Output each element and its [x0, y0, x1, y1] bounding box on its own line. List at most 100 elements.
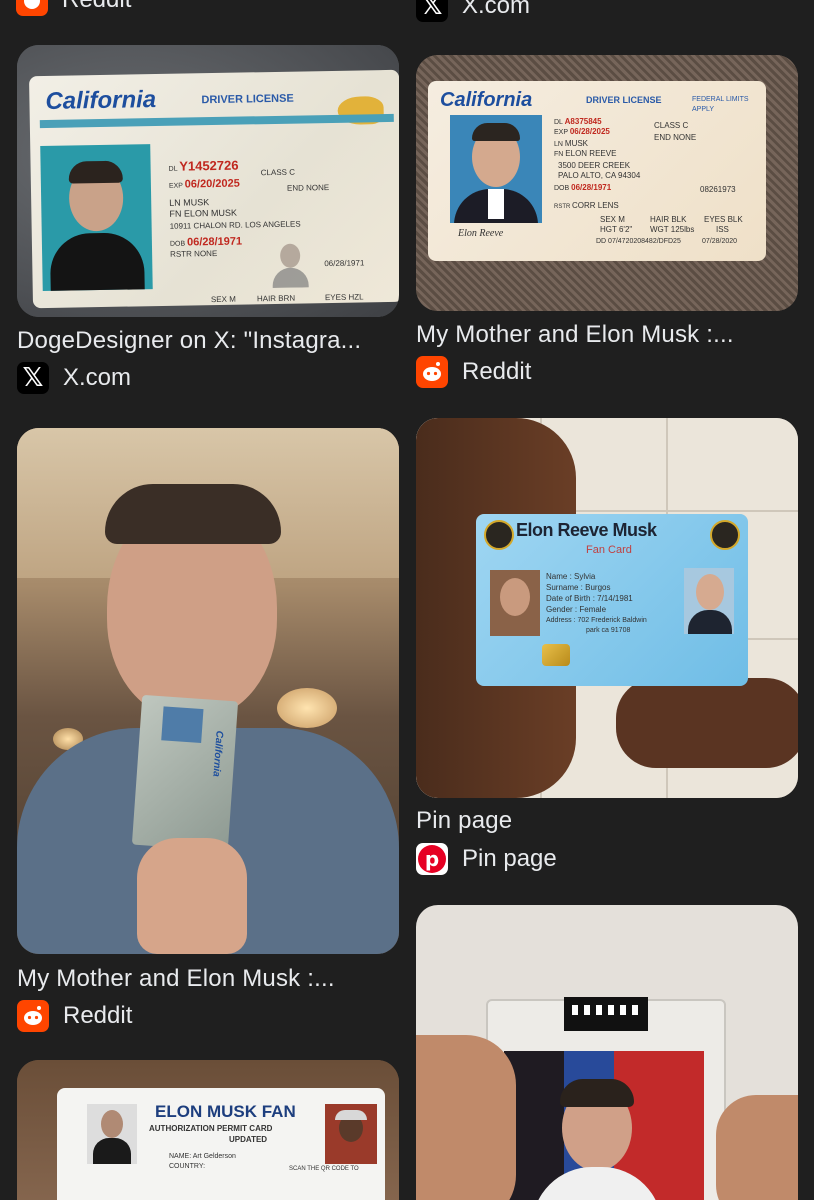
license-hair: HAIR BLK	[650, 215, 687, 224]
result-thumbnail-license-2[interactable]: California DRIVER LICENSE FEDERAL LIMITS…	[416, 55, 798, 311]
license-number: Y1452726	[179, 157, 239, 174]
result-source[interactable]: p Pin page	[416, 843, 557, 875]
permit-heading: ELON MUSK FAN	[155, 1102, 296, 1121]
license-wgt: WGT 125lbs	[650, 225, 695, 234]
result-thumbnail-fan-permit[interactable]: ELON MUSK FAN AUTHORIZATION PERMIT CARD …	[17, 1060, 399, 1200]
fan-card-subheading: Fan Card	[586, 544, 632, 556]
license-eyes: EYES HZL	[324, 292, 364, 303]
result-title[interactable]: My Mother and Elon Musk :...	[17, 964, 399, 994]
source-label: Pin page	[462, 845, 557, 872]
permit-scan-text: SCAN THE QR CODE TO	[289, 1166, 359, 1172]
license-exp: 06/20/2025	[184, 177, 240, 191]
source-reddit-partial[interactable]: Reddit	[16, 0, 131, 16]
held-license-card: California	[131, 694, 239, 852]
license-extra-number: 08261973	[700, 185, 736, 194]
hand-right	[716, 1095, 798, 1200]
license-last-name: MUSK	[183, 197, 210, 208]
license-state: California	[440, 89, 533, 111]
license-first-name: ELON MUSK	[183, 207, 238, 219]
fan-card-heading: Elon Reeve Musk	[516, 520, 657, 540]
license-hair: HAIR BRN	[256, 293, 296, 304]
result-thumbnail-license-1[interactable]: California DRIVER LICENSE DL Y1452726 CL…	[17, 45, 399, 317]
result-source[interactable]: 𝕏 X.com	[17, 362, 131, 394]
license-dob: 06/28/1971	[186, 235, 243, 249]
source-label: X.com	[63, 364, 132, 391]
permit-country: COUNTRY:	[169, 1163, 206, 1170]
license-address-2: PALO ALTO, CA 94304	[558, 171, 641, 180]
fan-permit-card: ELON MUSK FAN AUTHORIZATION PERMIT CARD …	[57, 1088, 385, 1200]
fan-card-gender: Gender : Female	[546, 605, 607, 614]
x-logo-icon: 𝕏	[416, 0, 448, 22]
license-state: California	[210, 730, 225, 778]
result-source[interactable]: Reddit	[17, 1000, 132, 1032]
chip-icon	[542, 644, 570, 666]
license-photo	[450, 115, 542, 223]
license-issue-date: 07/28/2020	[702, 238, 738, 245]
reddit-icon	[416, 356, 448, 388]
license-first-name: ELON REEVE	[565, 149, 617, 158]
permit-updated: UPDATED	[229, 1135, 268, 1144]
license-class: CLASS C	[260, 167, 296, 178]
license-state: California	[45, 86, 157, 115]
license-address-1: 3500 DEER CREEK	[558, 161, 631, 170]
drivers-license-card: California DRIVER LICENSE FEDERAL LIMITS…	[428, 81, 766, 261]
license-exp: 06/28/2025	[569, 127, 610, 136]
license-type: DRIVER LICENSE	[201, 92, 294, 107]
license-eyes: EYES BLK	[704, 215, 743, 224]
person-hand	[137, 838, 247, 954]
hand-left	[416, 1035, 516, 1200]
fan-card: Elon Reeve Musk Fan Card Name : Sylvia S…	[476, 514, 748, 686]
result-source[interactable]: Reddit	[416, 356, 531, 388]
reddit-icon	[16, 0, 48, 16]
license-photo	[40, 144, 153, 292]
license-federal: FEDERAL LIMITS APPLY	[692, 96, 749, 113]
license-number: A8375845	[564, 117, 602, 126]
permit-photo-left	[87, 1104, 137, 1164]
source-label: X.com	[462, 0, 531, 19]
source-x-partial[interactable]: 𝕏 X.com	[416, 0, 530, 22]
seal-icon	[484, 520, 514, 550]
source-label: Reddit	[462, 358, 532, 385]
slab-label	[564, 997, 648, 1031]
license-hgt: HGT 6'2"	[600, 225, 633, 234]
license-rstr: CORR LENS	[572, 201, 619, 210]
license-end: END NONE	[286, 183, 330, 193]
result-title[interactable]: My Mother and Elon Musk :...	[416, 320, 798, 350]
source-label: Reddit	[62, 0, 131, 14]
license-rstr: RSTR NONE	[170, 248, 218, 259]
license-dd: DD 07/4720208482/DFD25	[596, 238, 681, 245]
person-hair	[105, 484, 281, 544]
result-thumbnail-selfie[interactable]: California	[17, 428, 399, 954]
svg-text:p: p	[425, 847, 439, 871]
license-issue-date: 06/28/1971	[324, 258, 365, 269]
fan-card-surname: Surname : Burgos	[546, 583, 611, 592]
result-title[interactable]: Pin page	[416, 806, 798, 836]
trading-card	[504, 1051, 704, 1200]
license-signature: Elon Reeve	[458, 228, 504, 239]
license-sex: SEX M	[600, 215, 625, 224]
fan-card-name: Name : Sylvia	[546, 572, 596, 581]
reddit-icon	[17, 1000, 49, 1032]
license-ghost-photo	[270, 239, 311, 289]
result-thumbnail-trading-card[interactable]	[416, 905, 798, 1200]
result-thumbnail-fan-card[interactable]: Elon Reeve Musk Fan Card Name : Sylvia S…	[416, 418, 798, 798]
license-dob: 06/28/1971	[571, 183, 612, 192]
source-label: Reddit	[63, 1002, 133, 1029]
license-type: DRIVER LICENSE	[586, 95, 662, 105]
license-end: END NONE	[654, 133, 697, 142]
permit-name: NAME: Art Gelderson	[169, 1153, 236, 1160]
permit-photo-right	[325, 1104, 377, 1164]
drivers-license-card: California DRIVER LICENSE DL Y1452726 CL…	[29, 69, 399, 309]
permit-subheading: AUTHORIZATION PERMIT CARD	[149, 1124, 273, 1133]
license-class: CLASS C	[654, 121, 689, 130]
license-iss: ISS	[716, 225, 729, 234]
result-title[interactable]: DogeDesigner on X: "Instagra...	[17, 326, 399, 356]
image-results-page: Reddit 𝕏 X.com California DRIVER LICENSE…	[0, 0, 814, 1200]
fan-card-address-2: park ca 91708	[586, 627, 631, 634]
fan-card-address: Address : 702 Frederick Baldwin	[546, 617, 647, 624]
license-last-name: MUSK	[564, 139, 589, 148]
fan-card-photo-right	[684, 568, 734, 634]
seal-icon	[710, 520, 740, 550]
license-address: 10911 CHALON RD. LOS ANGELES	[169, 219, 301, 231]
pinterest-icon: p	[416, 843, 448, 875]
